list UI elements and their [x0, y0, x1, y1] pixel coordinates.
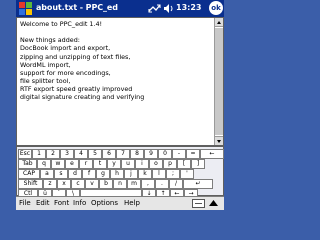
- key[interactable]: 8: [130, 149, 144, 159]
- key[interactable]: b: [99, 179, 113, 189]
- key[interactable]: y: [107, 159, 121, 169]
- key[interactable]: CAP: [18, 169, 40, 179]
- key[interactable]: m: [127, 179, 141, 189]
- menu-bar: File Edit Font Info Options Help: [16, 196, 224, 210]
- title-bar: about.txt - PPC_ed 13:23 ok: [16, 0, 224, 17]
- key[interactable]: Shift: [18, 179, 43, 189]
- key[interactable]: =: [186, 149, 200, 159]
- text-editor[interactable]: Welcome to PPC_edit 1.4! New things added…: [16, 17, 224, 146]
- key[interactable]: -: [172, 149, 186, 159]
- network-icon[interactable]: [148, 3, 161, 14]
- key[interactable]: 1: [32, 149, 46, 159]
- windows-flag-icon[interactable]: [19, 2, 32, 15]
- key[interactable]: i: [135, 159, 149, 169]
- clock-time[interactable]: 13:23: [176, 3, 201, 12]
- text-line[interactable]: New things added:: [20, 36, 223, 44]
- menu-font[interactable]: Font: [54, 199, 69, 207]
- key[interactable]: x: [57, 179, 71, 189]
- menu-info[interactable]: Info: [73, 199, 86, 207]
- text-line[interactable]: file splitter tool,: [20, 77, 223, 85]
- key[interactable]: ↵: [183, 179, 213, 189]
- key[interactable]: e: [65, 159, 79, 169]
- key[interactable]: 7: [116, 149, 130, 159]
- text-line[interactable]: [20, 126, 223, 134]
- key[interactable]: q: [37, 159, 51, 169]
- scroll-thumb[interactable]: [215, 28, 223, 135]
- text-line[interactable]: [20, 110, 223, 118]
- key[interactable]: ;: [166, 169, 180, 179]
- key[interactable]: r: [79, 159, 93, 169]
- text-line[interactable]: [20, 118, 223, 126]
- key[interactable]: g: [96, 169, 110, 179]
- key[interactable]: t: [93, 159, 107, 169]
- key[interactable]: d: [68, 169, 82, 179]
- key[interactable]: ]: [191, 159, 205, 169]
- key[interactable]: Tab: [18, 159, 37, 169]
- menu-options[interactable]: Options: [91, 199, 118, 207]
- key[interactable]: z: [43, 179, 57, 189]
- menu-edit[interactable]: Edit: [36, 199, 50, 207]
- key[interactable]: w: [51, 159, 65, 169]
- key[interactable]: k: [138, 169, 152, 179]
- text-line[interactable]: [20, 101, 223, 109]
- key[interactable]: a: [40, 169, 54, 179]
- key[interactable]: ': [180, 169, 194, 179]
- menu-help[interactable]: Help: [124, 199, 140, 207]
- scroll-down-button[interactable]: [215, 136, 223, 145]
- text-line[interactable]: WordML import,: [20, 61, 223, 69]
- keyboard-icon[interactable]: [192, 199, 205, 208]
- text-line[interactable]: support for more encodings,: [20, 69, 223, 77]
- text-line[interactable]: [20, 134, 223, 142]
- vertical-scrollbar[interactable]: [214, 18, 223, 145]
- text-line[interactable]: digital signature creating and verifying: [20, 93, 223, 101]
- key[interactable]: s: [54, 169, 68, 179]
- key[interactable]: h: [110, 169, 124, 179]
- text-line[interactable]: Welcome to PPC_edit 1.4!: [20, 20, 223, 28]
- key[interactable]: p: [163, 159, 177, 169]
- soft-keyboard: Esc 1 2 3 4 5 6 7 8 9 0- = ← Tab q w e r t y u i o p[] CAP a s d f…: [16, 146, 224, 199]
- key[interactable]: 9: [144, 149, 158, 159]
- text-line[interactable]: zipping and unzipping of text files,: [20, 53, 223, 61]
- speaker-icon[interactable]: [163, 3, 174, 14]
- scroll-up-button[interactable]: [215, 18, 223, 27]
- key[interactable]: [: [177, 159, 191, 169]
- key[interactable]: j: [124, 169, 138, 179]
- key[interactable]: /: [169, 179, 183, 189]
- window-title: about.txt - PPC_ed: [36, 3, 118, 12]
- key[interactable]: l: [152, 169, 166, 179]
- ok-button[interactable]: ok: [209, 1, 223, 15]
- key[interactable]: o: [149, 159, 163, 169]
- key[interactable]: 3: [60, 149, 74, 159]
- key[interactable]: .: [155, 179, 169, 189]
- key[interactable]: ←: [200, 149, 224, 159]
- menu-file[interactable]: File: [19, 199, 31, 207]
- document-text[interactable]: Welcome to PPC_edit 1.4! New things added…: [20, 20, 223, 142]
- key[interactable]: 4: [74, 149, 88, 159]
- key[interactable]: v: [85, 179, 99, 189]
- key[interactable]: f: [82, 169, 96, 179]
- key[interactable]: ,: [141, 179, 155, 189]
- key[interactable]: 0: [158, 149, 172, 159]
- key[interactable]: u: [121, 159, 135, 169]
- key[interactable]: 6: [102, 149, 116, 159]
- text-line[interactable]: RTF export speed greatly improved: [20, 85, 223, 93]
- key[interactable]: n: [113, 179, 127, 189]
- text-line[interactable]: DocBook import and export,: [20, 44, 223, 52]
- key[interactable]: c: [71, 179, 85, 189]
- key[interactable]: 2: [46, 149, 60, 159]
- text-line[interactable]: [20, 28, 223, 36]
- key[interactable]: 5: [88, 149, 102, 159]
- input-selector-arrow-icon[interactable]: [209, 200, 218, 207]
- key[interactable]: Esc: [18, 149, 32, 159]
